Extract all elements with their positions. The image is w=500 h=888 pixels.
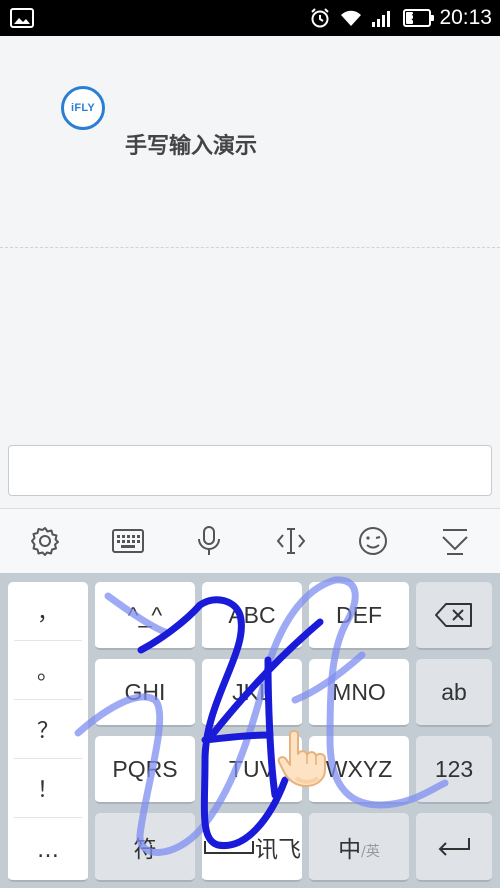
symbol-ellipsis[interactable]: …	[14, 818, 82, 882]
keyboard-icon	[112, 529, 144, 553]
alarm-icon	[311, 8, 330, 28]
symbol-comma[interactable]: ，	[14, 582, 82, 641]
symbol-column: ， 。 ？ ！ …	[8, 582, 88, 882]
enter-icon	[438, 837, 470, 856]
emoji-icon	[359, 527, 387, 555]
text-input[interactable]	[8, 445, 492, 496]
ime-toolbar	[0, 508, 500, 574]
voice-input-button[interactable]	[191, 523, 227, 559]
key-ab[interactable]: ab	[416, 659, 492, 727]
cursor-control-button[interactable]	[273, 523, 309, 559]
key-emoticon[interactable]: ^_^	[95, 582, 195, 650]
space-key[interactable]: 讯飞	[202, 813, 302, 882]
image-notification-icon	[10, 8, 34, 28]
gear-icon	[31, 527, 59, 556]
page-title: 手写输入演示	[125, 134, 258, 159]
keyboard-switch-button[interactable]	[110, 523, 146, 559]
clock: 20:13	[439, 6, 492, 29]
lang-zhong-label: 中	[338, 836, 362, 863]
wifi-icon	[341, 10, 362, 26]
key-def[interactable]: DEF	[309, 582, 409, 650]
collapse-keyboard-icon	[442, 529, 468, 555]
microphone-icon	[198, 526, 220, 555]
settings-button[interactable]	[27, 523, 63, 559]
space-icon	[204, 840, 254, 854]
battery-icon: 32	[403, 9, 435, 27]
enter-key[interactable]	[416, 813, 492, 882]
key-ghi[interactable]: GHI	[95, 659, 195, 727]
space-brand-label: 讯飞	[255, 835, 301, 862]
key-abc[interactable]: ABC	[202, 582, 302, 650]
key-jkl[interactable]: JKL	[202, 659, 302, 727]
key-pqrs[interactable]: PQRS	[95, 736, 195, 804]
symbol-period[interactable]: 。	[14, 641, 82, 700]
symbol-exclamation[interactable]: ！	[14, 759, 82, 818]
touch-hand-icon	[277, 730, 326, 787]
battery-level: 32	[411, 12, 424, 24]
key-123[interactable]: 123	[416, 736, 492, 804]
hide-keyboard-button[interactable]	[437, 523, 473, 559]
status-bar: 32 20:13	[0, 0, 500, 36]
key-symbols[interactable]: 符	[95, 813, 195, 882]
emoji-button[interactable]	[355, 523, 391, 559]
ifly-logo: iFLY	[61, 86, 105, 130]
lang-ying-label: /英	[361, 843, 380, 860]
language-switch-key[interactable]: 中 /英	[309, 813, 409, 882]
backspace-key[interactable]	[416, 582, 492, 650]
cursor-icon	[276, 528, 306, 554]
signal-icon	[372, 11, 391, 27]
key-mno[interactable]: MNO	[309, 659, 409, 727]
symbol-question[interactable]: ？	[14, 700, 82, 759]
backspace-icon	[435, 603, 472, 627]
